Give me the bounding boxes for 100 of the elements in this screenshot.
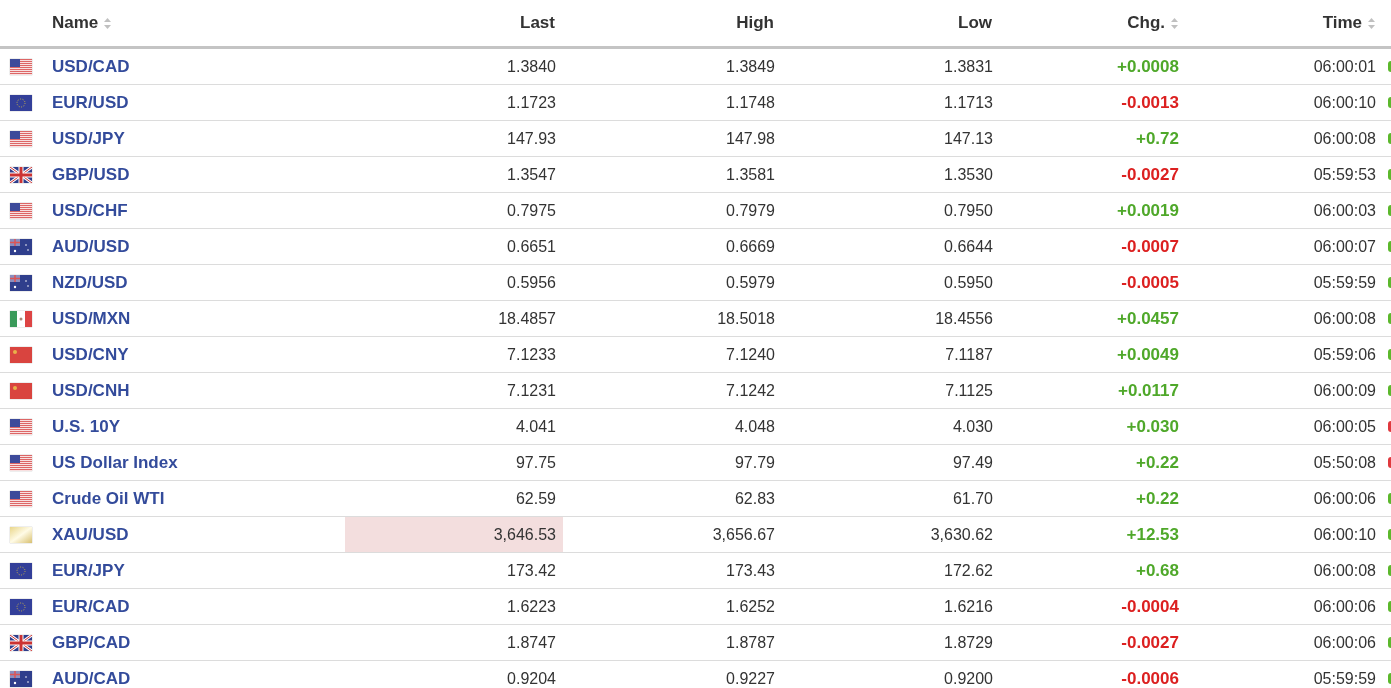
last-price: 1.3547 bbox=[507, 165, 556, 184]
instrument-link[interactable]: USD/CNY bbox=[52, 344, 129, 365]
change-value: -0.0005 bbox=[1121, 272, 1179, 293]
column-header[interactable]: Name bbox=[52, 13, 99, 33]
instrument-link[interactable]: US Dollar Index bbox=[52, 452, 178, 473]
low-price: 147.13 bbox=[944, 129, 993, 148]
last-price: 1.8747 bbox=[507, 633, 556, 652]
instrument-link[interactable]: USD/CHF bbox=[52, 200, 128, 221]
low-price: 61.70 bbox=[952, 489, 993, 508]
last-price: 18.4857 bbox=[498, 309, 556, 328]
low-price: 0.6644 bbox=[944, 237, 993, 256]
instrument-link[interactable]: GBP/CAD bbox=[52, 632, 131, 653]
instrument-link[interactable]: EUR/CAD bbox=[52, 596, 130, 617]
low-price: 1.6216 bbox=[944, 597, 993, 616]
high-price: 7.1240 bbox=[726, 345, 775, 364]
time-value: 06:00:01 bbox=[1313, 57, 1376, 76]
time-value: 06:00:09 bbox=[1313, 381, 1376, 400]
time-value: 06:00:08 bbox=[1313, 129, 1376, 148]
instrument-link[interactable]: USD/MXN bbox=[52, 308, 131, 329]
instrument-link[interactable]: EUR/USD bbox=[52, 92, 129, 113]
high-price: 1.1748 bbox=[726, 93, 775, 112]
high-price: 18.5018 bbox=[717, 309, 775, 328]
high-price: 3,656.67 bbox=[712, 525, 775, 544]
last-price: 0.6651 bbox=[507, 237, 556, 256]
instrument-link[interactable]: AUD/CAD bbox=[52, 668, 131, 688]
instrument-link[interactable]: USD/CNH bbox=[52, 380, 130, 401]
time-value: 05:50:08 bbox=[1313, 453, 1376, 472]
low-price: 0.5950 bbox=[944, 273, 993, 292]
low-price: 1.3530 bbox=[944, 165, 993, 184]
time-value: 05:59:59 bbox=[1313, 273, 1376, 292]
sort-icon[interactable] bbox=[1368, 17, 1375, 29]
low-price: 7.1125 bbox=[945, 381, 993, 400]
high-price: 1.6252 bbox=[726, 597, 775, 616]
change-value: +12.53 bbox=[1126, 524, 1179, 545]
low-price: 1.1713 bbox=[944, 93, 993, 112]
time-value: 06:00:06 bbox=[1313, 633, 1376, 652]
instrument-link[interactable]: XAU/USD bbox=[52, 524, 129, 545]
change-value: -0.0007 bbox=[1121, 236, 1179, 257]
high-price: 1.3581 bbox=[726, 165, 775, 184]
change-value: +0.0008 bbox=[1117, 56, 1179, 77]
change-value: +0.72 bbox=[1136, 128, 1179, 149]
column-header[interactable]: Time bbox=[1322, 13, 1362, 33]
change-value: +0.0457 bbox=[1117, 308, 1179, 329]
last-price: 0.5956 bbox=[507, 273, 556, 292]
high-price: 97.79 bbox=[734, 453, 775, 472]
low-price: 0.7950 bbox=[944, 201, 993, 220]
change-value: +0.0019 bbox=[1117, 200, 1179, 221]
column-header: Low bbox=[958, 13, 992, 33]
instrument-link[interactable]: NZD/USD bbox=[52, 272, 128, 293]
high-price: 1.3849 bbox=[726, 57, 775, 76]
high-price: 7.1242 bbox=[726, 381, 775, 400]
time-value: 06:00:10 bbox=[1313, 525, 1376, 544]
instrument-link[interactable]: GBP/USD bbox=[52, 164, 130, 185]
last-price: 7.1233 bbox=[507, 345, 556, 364]
last-price: 3,646.53 bbox=[493, 525, 556, 544]
change-value: +0.22 bbox=[1136, 488, 1179, 509]
high-price: 0.5979 bbox=[726, 273, 775, 292]
low-price: 7.1187 bbox=[945, 345, 993, 364]
low-price: 1.3831 bbox=[944, 57, 993, 76]
high-price: 4.048 bbox=[734, 417, 775, 436]
high-price: 173.43 bbox=[726, 561, 775, 580]
last-price: 7.1231 bbox=[507, 381, 556, 400]
low-price: 97.49 bbox=[952, 453, 993, 472]
last-price: 62.59 bbox=[515, 489, 556, 508]
low-price: 0.9200 bbox=[944, 669, 993, 688]
instrument-link[interactable]: Crude Oil WTI bbox=[52, 488, 165, 509]
high-price: 0.6669 bbox=[726, 237, 775, 256]
last-price: 0.9204 bbox=[507, 669, 556, 688]
change-value: -0.0013 bbox=[1121, 92, 1179, 113]
change-value: -0.0027 bbox=[1121, 632, 1179, 653]
high-price: 0.9227 bbox=[726, 669, 775, 688]
last-price: 4.041 bbox=[515, 417, 556, 436]
time-value: 06:00:06 bbox=[1313, 597, 1376, 616]
sort-icon[interactable] bbox=[1171, 17, 1178, 29]
last-price: 173.42 bbox=[507, 561, 556, 580]
column-header: Last bbox=[520, 13, 555, 33]
instrument-link[interactable]: USD/CAD bbox=[52, 56, 130, 77]
instrument-link[interactable]: EUR/JPY bbox=[52, 560, 125, 581]
time-value: 06:00:03 bbox=[1313, 201, 1376, 220]
last-price: 1.1723 bbox=[507, 93, 556, 112]
last-price: 0.7975 bbox=[507, 201, 556, 220]
instrument-link[interactable]: AUD/USD bbox=[52, 236, 130, 257]
high-price: 147.98 bbox=[726, 129, 775, 148]
time-value: 05:59:06 bbox=[1313, 345, 1376, 364]
column-header[interactable]: Chg. bbox=[1127, 13, 1165, 33]
change-value: -0.0006 bbox=[1121, 668, 1179, 688]
sort-icon[interactable] bbox=[104, 17, 112, 29]
change-value: -0.0004 bbox=[1121, 596, 1179, 617]
column-header: High bbox=[736, 13, 774, 33]
instrument-link[interactable]: USD/JPY bbox=[52, 128, 125, 149]
instrument-link[interactable]: U.S. 10Y bbox=[52, 416, 121, 437]
change-value: +0.0117 bbox=[1118, 380, 1179, 401]
time-value: 05:59:53 bbox=[1313, 165, 1376, 184]
last-price: 1.6223 bbox=[507, 597, 556, 616]
low-price: 18.4556 bbox=[935, 309, 993, 328]
time-value: 06:00:08 bbox=[1313, 309, 1376, 328]
high-price: 62.83 bbox=[734, 489, 775, 508]
last-price: 147.93 bbox=[507, 129, 556, 148]
change-value: +0.030 bbox=[1126, 416, 1179, 437]
time-value: 06:00:07 bbox=[1313, 237, 1376, 256]
